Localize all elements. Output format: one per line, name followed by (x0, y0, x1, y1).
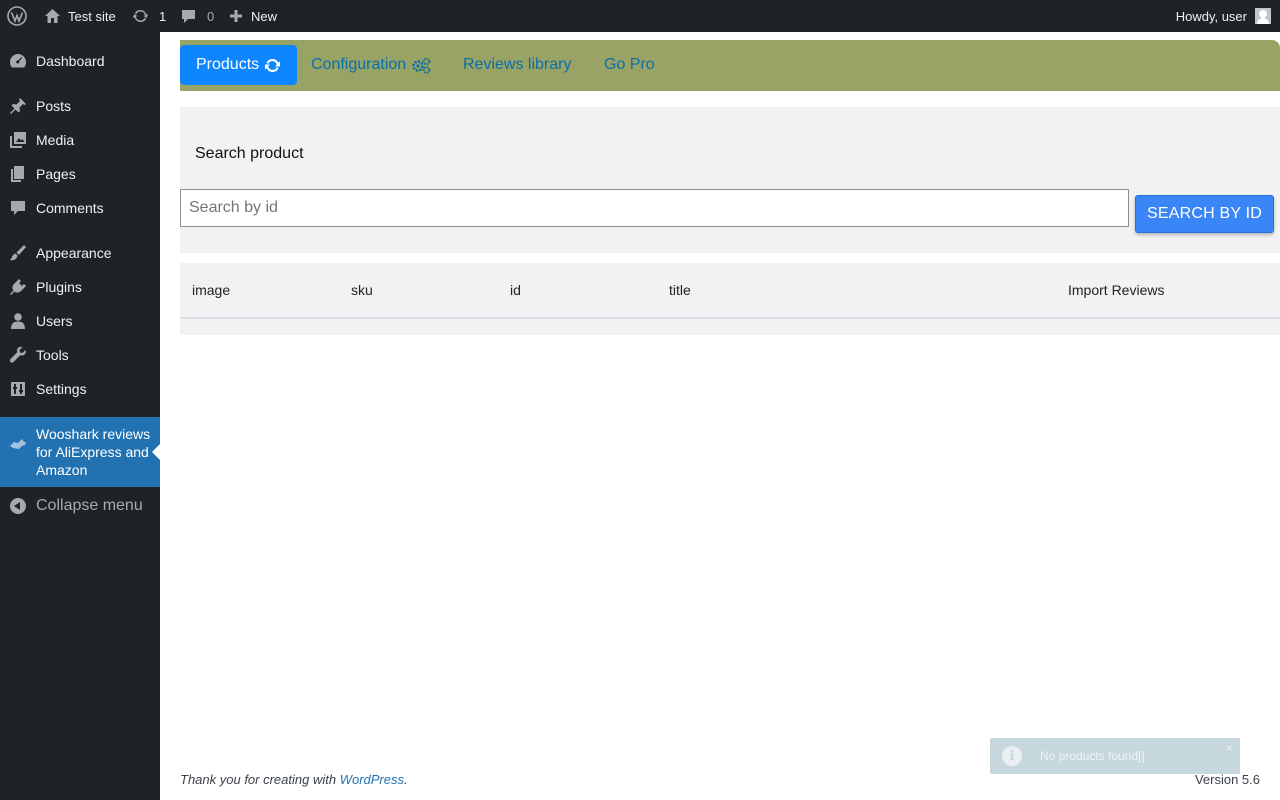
sidebar-item-dashboard[interactable]: Dashboard (0, 50, 160, 72)
sidebar-item-plugins[interactable]: Plugins (0, 276, 160, 298)
search-input[interactable] (180, 189, 1129, 227)
refresh-icon (259, 57, 281, 74)
comment-icon (9, 199, 27, 217)
dashboard-icon (9, 52, 27, 70)
my-account-link[interactable]: Howdy, user (1176, 0, 1271, 32)
footer-thanks-text: Thank you for creating with (180, 772, 340, 787)
sidebar-item-label: Plugins (36, 279, 82, 295)
settings-icon (9, 380, 27, 398)
new-label: New (251, 8, 278, 24)
sidebar-item-comments[interactable]: Comments (0, 197, 160, 219)
sidebar-item-label: Users (36, 313, 73, 329)
column-header-image: image (192, 282, 231, 298)
site-name-link[interactable]: Test site (44, 0, 116, 32)
site-name: Test site (68, 8, 116, 24)
admin-sidebar: Dashboard Posts Media Pages Comments App… (0, 32, 160, 800)
wrench-icon (9, 346, 27, 364)
wordpress-logo-icon[interactable] (7, 0, 27, 32)
toast-notification: i No products found[] × (990, 738, 1240, 774)
sidebar-item-label: Tools (36, 347, 69, 363)
collapse-menu-button[interactable]: Collapse menu (0, 495, 160, 517)
pages-icon (9, 165, 27, 183)
paintbrush-icon (9, 244, 27, 262)
sidebar-item-posts[interactable]: Posts (0, 95, 160, 117)
footer-version: Version 5.6 (1194, 772, 1260, 787)
products-table: image sku id title Import Reviews (180, 263, 1280, 335)
sidebar-item-label: Settings (36, 381, 87, 397)
search-by-id-button[interactable]: SEARCH BY ID (1135, 195, 1274, 233)
tab-label: Configuration (311, 56, 407, 73)
cogs-icon (406, 57, 431, 74)
sidebar-item-tools[interactable]: Tools (0, 344, 160, 366)
sidebar-item-label: Posts (36, 98, 72, 114)
tab-label: Products (196, 56, 260, 73)
admin-bar: Test site 1 0 New Howdy, user (0, 0, 1280, 32)
home-icon (44, 8, 61, 24)
sidebar-item-media[interactable]: Media (0, 129, 160, 151)
column-header-import-reviews: Import Reviews (1068, 282, 1165, 298)
sidebar-item-label: Pages (36, 166, 76, 182)
footer-thanks: Thank you for creating with WordPress. (180, 772, 408, 787)
search-heading: Search product (195, 145, 304, 162)
wordpress-link[interactable]: WordPress (340, 772, 404, 787)
tab-reviews-library[interactable]: Reviews library (447, 45, 587, 85)
new-content-link[interactable]: New (229, 0, 277, 32)
search-panel: Search product SEARCH BY ID (180, 107, 1280, 253)
plugin-tab-bar: Products Configuration Reviews library G… (180, 40, 1280, 91)
users-icon (9, 312, 27, 330)
sidebar-item-pages[interactable]: Pages (0, 163, 160, 185)
updates-count: 1 (159, 8, 167, 24)
avatar (1255, 8, 1271, 24)
wooshark-icon (9, 435, 27, 453)
sidebar-item-label: Media (36, 132, 75, 148)
sidebar-item-label: Wooshark reviews for AliExpress and Amaz… (36, 426, 151, 478)
sidebar-item-users[interactable]: Users (0, 310, 160, 332)
column-header-sku: sku (351, 282, 373, 298)
tab-go-pro[interactable]: Go Pro (588, 45, 671, 85)
toast-close-button[interactable]: × (1226, 741, 1233, 755)
comment-icon (180, 8, 197, 24)
column-header-title: title (669, 282, 691, 298)
sidebar-item-label: Comments (36, 200, 104, 216)
toast-message: No products found[] (1040, 749, 1145, 763)
tab-configuration[interactable]: Configuration (295, 45, 447, 85)
greeting: Howdy, user (1175, 8, 1247, 24)
sidebar-item-label: Appearance (36, 245, 112, 261)
updates-link[interactable]: 1 (132, 0, 166, 32)
footer-period: . (404, 772, 408, 787)
info-icon: i (1002, 746, 1022, 766)
updates-icon (132, 8, 149, 24)
tab-label: Reviews library (463, 56, 572, 73)
plugin-icon (9, 278, 27, 296)
pin-icon (9, 97, 27, 115)
sidebar-item-label: Dashboard (36, 53, 105, 69)
sidebar-item-label: Collapse menu (36, 497, 143, 514)
sidebar-item-appearance[interactable]: Appearance (0, 242, 160, 264)
tab-products[interactable]: Products (180, 45, 298, 85)
table-header: image sku id title Import Reviews (180, 263, 1280, 319)
media-icon (9, 131, 27, 149)
tab-label: Go Pro (604, 56, 655, 73)
comments-link[interactable]: 0 (180, 0, 214, 32)
collapse-icon (9, 497, 27, 515)
sidebar-item-settings[interactable]: Settings (0, 378, 160, 400)
column-header-id: id (510, 282, 521, 298)
sidebar-item-wooshark[interactable]: Wooshark reviews for AliExpress and Amaz… (0, 417, 160, 487)
comments-count: 0 (207, 8, 215, 24)
plus-icon (229, 9, 243, 23)
